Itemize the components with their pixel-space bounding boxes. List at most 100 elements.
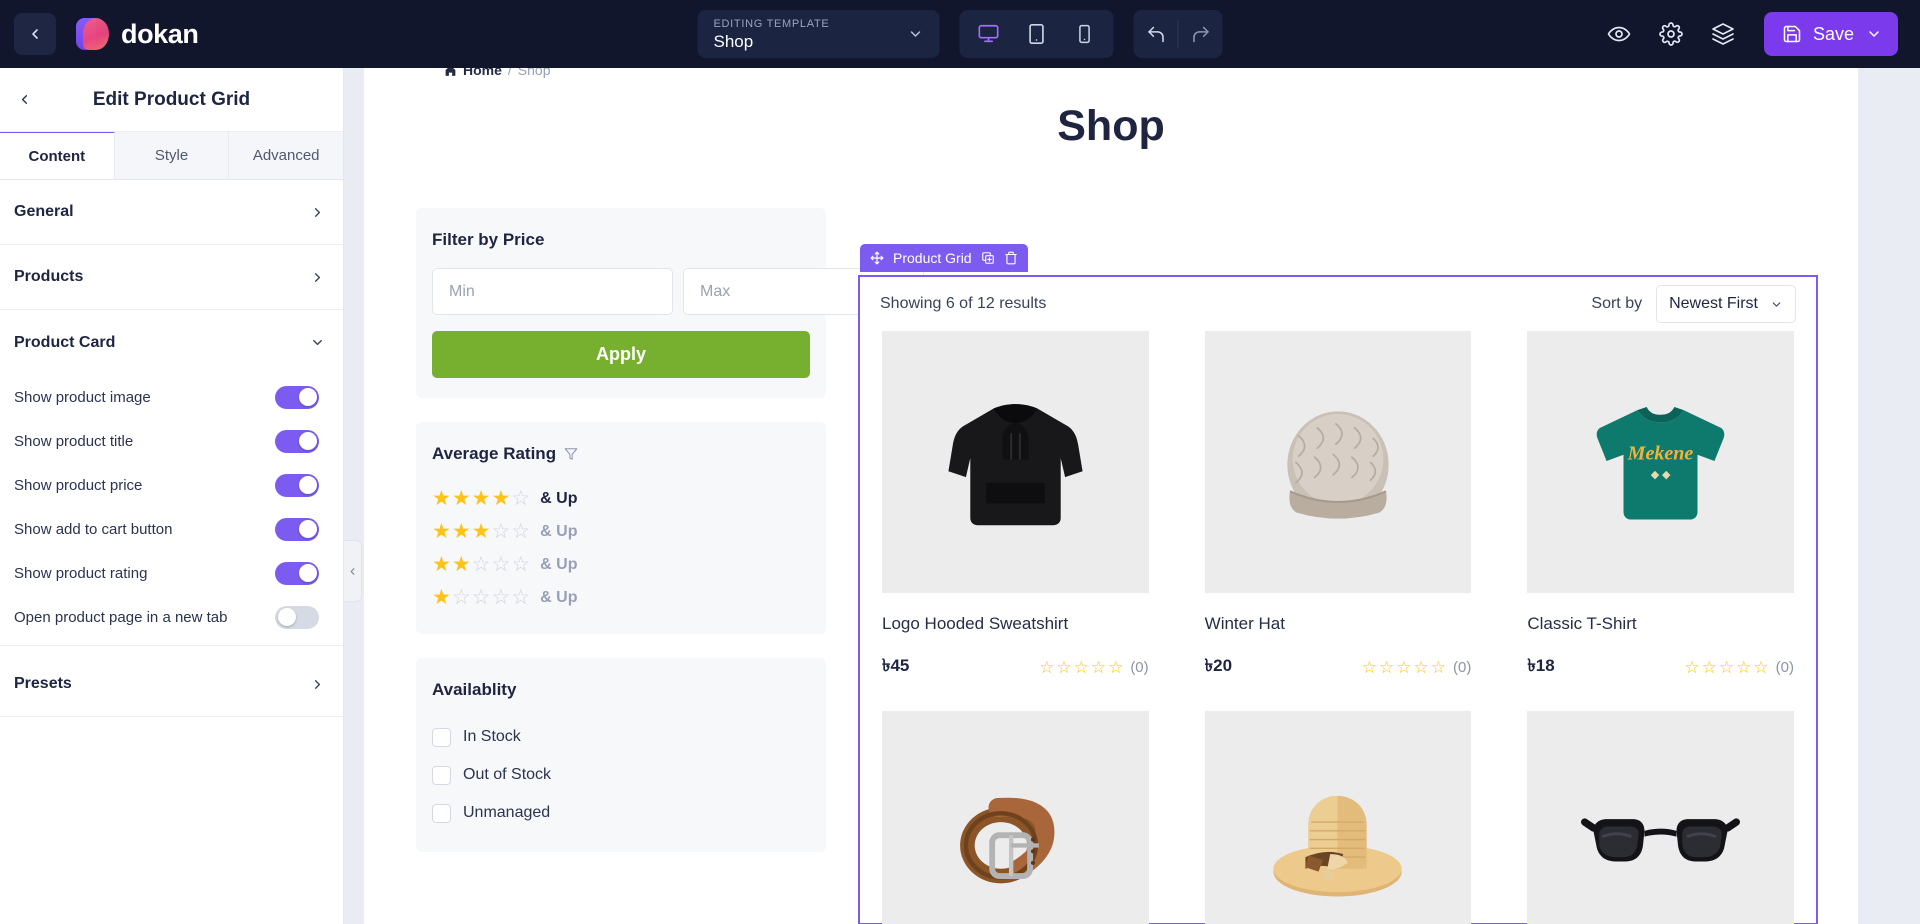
product-card[interactable] xyxy=(882,711,1149,924)
mobile-icon xyxy=(1079,24,1090,44)
availability-option-label: In Stock xyxy=(463,728,521,745)
product-price: ৳45 xyxy=(882,656,910,675)
chevron-down-icon xyxy=(1869,31,1879,37)
availability-option-in-stock[interactable]: In Stock xyxy=(432,718,810,756)
save-options-button[interactable] xyxy=(1854,26,1894,42)
preview-button[interactable] xyxy=(1604,19,1634,49)
product-card[interactable] xyxy=(1204,711,1472,924)
move-icon[interactable] xyxy=(870,251,884,265)
filter-funnel-icon[interactable] xyxy=(564,447,578,461)
product-card[interactable]: Winter Hat ৳20 ☆ ☆ ☆ ☆ ☆ (0) xyxy=(1204,331,1472,681)
layers-button[interactable] xyxy=(1708,19,1738,49)
rating-option-4[interactable]: ★ ★ ★ ★ ☆ & Up xyxy=(432,482,810,515)
product-card-options: Show product image Show product title Sh… xyxy=(0,375,343,652)
sidebar-section-product-card[interactable]: Product Card xyxy=(0,310,343,375)
brand-name: dokan xyxy=(121,18,199,49)
save-button-label: Save xyxy=(1812,23,1854,44)
toggle-open-in-new-tab[interactable] xyxy=(275,605,319,629)
breadcrumb-home[interactable]: Home xyxy=(463,68,502,78)
rating-option-1[interactable]: ★ ☆ ☆ ☆ ☆ & Up xyxy=(432,581,810,614)
device-tablet-button[interactable] xyxy=(1016,15,1058,53)
checkbox-unmanaged[interactable] xyxy=(432,803,451,823)
option-show-product-image: Show product image xyxy=(0,375,343,419)
breadcrumb-current: Shop xyxy=(517,68,551,78)
checkbox-in-stock[interactable] xyxy=(432,727,451,747)
availability-option-out-of-stock[interactable]: Out of Stock xyxy=(432,756,810,794)
teal-tshirt-icon: Mekene ◆ ◆ xyxy=(1596,406,1725,520)
availability-option-unmanaged[interactable]: Unmanaged xyxy=(432,794,810,832)
option-show-product-rating: Show product rating xyxy=(0,551,343,595)
sort-by-select[interactable]: Newest First xyxy=(1656,285,1796,323)
toggle-show-product-rating[interactable] xyxy=(275,561,319,585)
filter-rating-heading: Average Rating xyxy=(432,444,810,464)
product-image xyxy=(882,711,1149,924)
product-image xyxy=(1204,331,1472,593)
duplicate-icon[interactable] xyxy=(981,251,995,265)
rating-option-2[interactable]: ★ ★ ☆ ☆ ☆ & Up xyxy=(432,548,810,581)
sidebar-section-presets[interactable]: Presets xyxy=(0,652,343,717)
rating-option-label: & Up xyxy=(540,555,578,573)
availability-option-label: Unmanaged xyxy=(463,804,551,821)
device-desktop-button[interactable] xyxy=(968,15,1010,53)
sidebar-section-products[interactable]: Products xyxy=(0,245,343,310)
template-selector[interactable]: EDITING TEMPLATE Shop xyxy=(697,10,940,58)
product-review-count: (0) xyxy=(1775,658,1794,676)
product-title[interactable]: Classic T-Shirt xyxy=(1527,614,1794,634)
product-card[interactable]: Logo Hooded Sweatshirt ৳45 ☆ ☆ ☆ ☆ ☆ (0) xyxy=(882,331,1149,681)
chevron-right-icon xyxy=(314,679,321,689)
tablet-icon xyxy=(1029,24,1044,44)
device-mobile-button[interactable] xyxy=(1064,15,1106,53)
sidebar-collapse-handle[interactable] xyxy=(344,540,362,602)
undo-button[interactable] xyxy=(1134,10,1178,58)
dokan-logo-icon xyxy=(76,17,110,51)
top-toolbar: dokan EDITING TEMPLATE Shop Save xyxy=(0,0,1920,68)
settings-button[interactable] xyxy=(1656,19,1686,49)
redo-button[interactable] xyxy=(1179,10,1223,58)
product-title[interactable]: Logo Hooded Sweatshirt xyxy=(882,614,1149,634)
template-selector-label: EDITING TEMPLATE xyxy=(713,17,830,30)
product-title[interactable]: Winter Hat xyxy=(1205,614,1472,634)
product-rating: ☆ ☆ ☆ ☆ ☆ (0) xyxy=(1684,657,1794,677)
product-review-count: (0) xyxy=(1130,658,1149,676)
chevron-down-icon xyxy=(313,339,322,346)
toggle-show-add-to-cart[interactable] xyxy=(275,517,319,541)
sort-by-value: Newest First xyxy=(1669,295,1758,312)
product-grid-widget[interactable]: Product Grid Showing 6 of 12 results Sor… xyxy=(858,244,1818,924)
product-card[interactable]: Mekene ◆ ◆ Classic T-Shirt ৳18 ☆ ☆ ☆ ☆ ☆ (0) xyxy=(1527,331,1794,681)
toggle-show-product-image[interactable] xyxy=(275,385,319,409)
sidebar-section-label: Products xyxy=(14,268,84,285)
svg-text:◆ ◆: ◆ ◆ xyxy=(1651,468,1671,480)
chevron-down-icon xyxy=(910,31,921,37)
sidebar-back-button[interactable] xyxy=(8,84,40,116)
rating-option-3[interactable]: ★ ★ ★ ☆ ☆ & Up xyxy=(432,515,810,548)
sidebar-section-general[interactable]: General xyxy=(0,180,343,245)
toggle-show-product-title[interactable] xyxy=(275,429,319,453)
apply-price-filter-button[interactable]: Apply xyxy=(432,331,810,378)
option-open-in-new-tab: Open product page in a new tab xyxy=(0,595,343,639)
trash-icon[interactable] xyxy=(1004,251,1018,265)
save-disk-icon xyxy=(1783,25,1801,43)
toggle-show-product-price[interactable] xyxy=(275,473,319,497)
checkbox-out-of-stock[interactable] xyxy=(432,765,451,785)
chevron-right-icon xyxy=(314,207,321,217)
tab-style[interactable]: Style xyxy=(114,132,230,179)
product-card[interactable] xyxy=(1527,711,1794,924)
sidebar-section-label: General xyxy=(14,203,74,220)
sort-controls: Sort by Newest First xyxy=(1591,285,1796,323)
redo-icon xyxy=(1192,26,1209,42)
product-image xyxy=(882,331,1149,593)
tab-advanced[interactable]: Advanced xyxy=(229,132,344,179)
star-rating: ★ ★ ☆ ☆ ☆ xyxy=(432,553,531,576)
chevron-down-icon xyxy=(1772,301,1781,307)
product-price: ৳18 xyxy=(1527,656,1555,675)
price-min-input[interactable] xyxy=(432,268,673,315)
editor-canvas: Home / Shop Shop Filter by Price Apply A… xyxy=(344,68,1920,924)
sort-by-label: Sort by xyxy=(1591,295,1643,312)
breadcrumb: Home / Shop xyxy=(444,68,551,78)
template-selector-value: Shop xyxy=(713,31,754,51)
save-button[interactable]: Save xyxy=(1763,12,1898,56)
results-count-text: Showing 6 of 12 results xyxy=(880,295,1047,312)
star-rating: ★ ★ ★ ★ ☆ xyxy=(432,487,531,510)
tab-content[interactable]: Content xyxy=(0,131,115,179)
back-button[interactable] xyxy=(14,13,56,55)
